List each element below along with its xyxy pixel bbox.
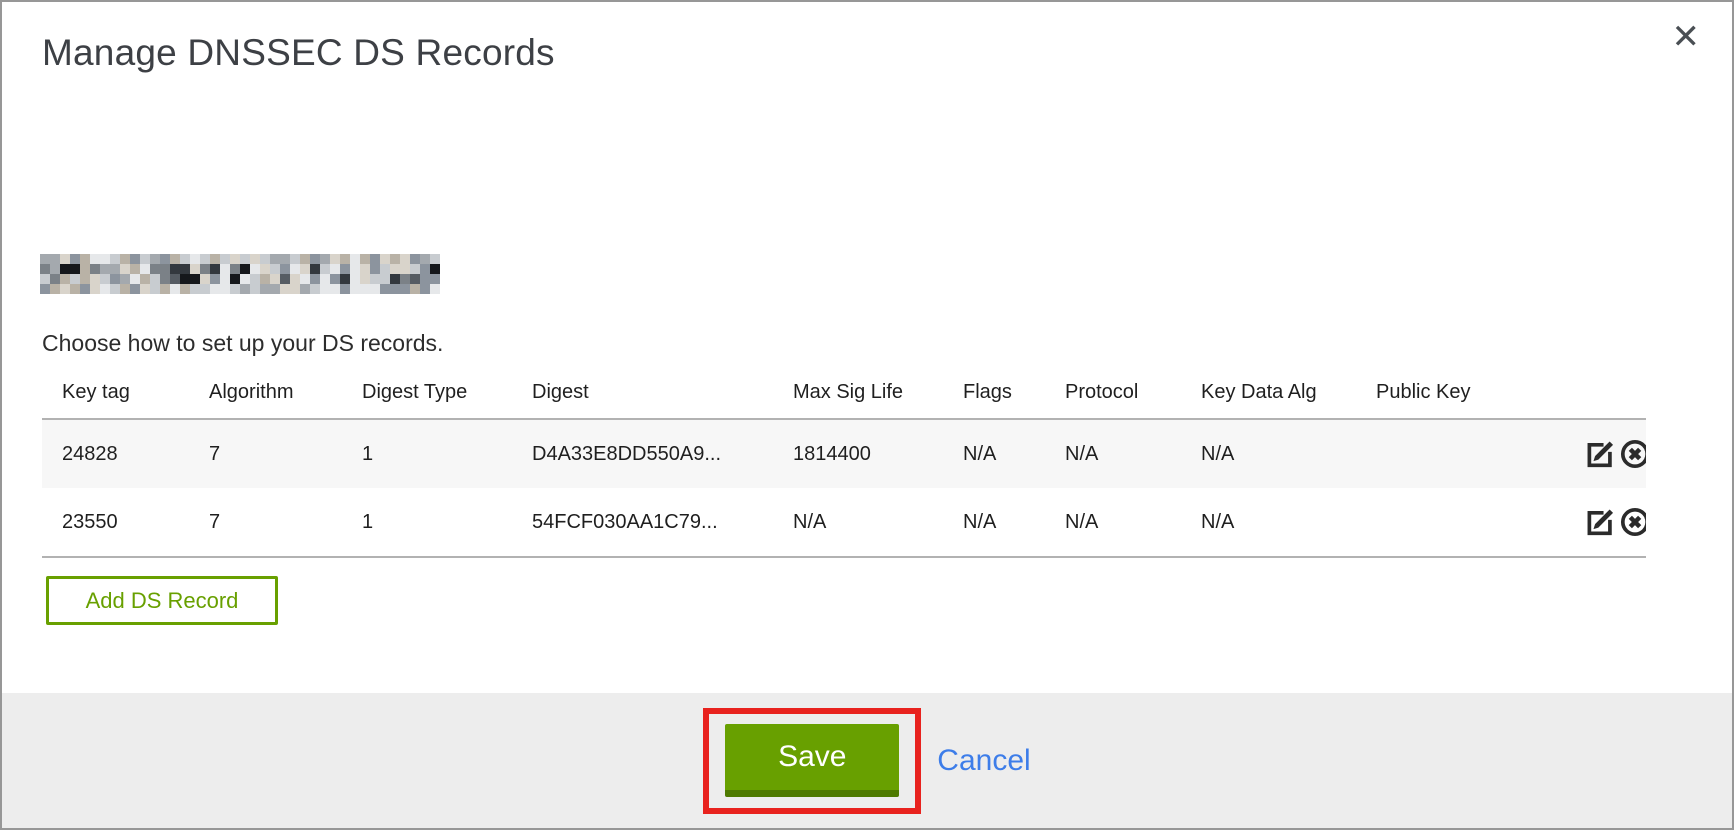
manage-dnssec-ds-records-dialog: Manage DNSSEC DS Records ✕ Choose how to… bbox=[0, 0, 1734, 830]
cell-protocol: N/A bbox=[1045, 488, 1181, 557]
instruction-text: Choose how to set up your DS records. bbox=[42, 330, 443, 357]
table-row: 2482871D4A33E8DD550A9...1814400N/AN/AN/A bbox=[42, 419, 1646, 488]
column-header-key-tag: Key tag bbox=[42, 366, 189, 419]
cell-public-key bbox=[1356, 419, 1562, 488]
cell-protocol: N/A bbox=[1045, 419, 1181, 488]
cell-digest-type: 1 bbox=[342, 419, 512, 488]
cell-flags: N/A bbox=[943, 419, 1045, 488]
save-button[interactable]: Save bbox=[725, 724, 899, 797]
cell-max-sig-life: 1814400 bbox=[773, 419, 943, 488]
column-header-digest: Digest bbox=[512, 366, 773, 419]
column-header-actions bbox=[1562, 366, 1646, 419]
cell-actions bbox=[1562, 419, 1646, 488]
edit-icon[interactable] bbox=[1583, 505, 1617, 539]
cell-max-sig-life: N/A bbox=[773, 488, 943, 557]
cell-key-data-alg: N/A bbox=[1181, 488, 1356, 557]
delete-icon[interactable] bbox=[1618, 437, 1646, 471]
cell-flags: N/A bbox=[943, 488, 1045, 557]
cell-key-tag: 23550 bbox=[42, 488, 189, 557]
edit-icon[interactable] bbox=[1583, 437, 1617, 471]
cell-algorithm: 7 bbox=[189, 488, 342, 557]
table-header-row: Key tagAlgorithmDigest TypeDigestMax Sig… bbox=[42, 366, 1646, 419]
table-row: 235507154FCF030AA1C79...N/AN/AN/AN/A bbox=[42, 488, 1646, 557]
cell-key-data-alg: N/A bbox=[1181, 419, 1356, 488]
add-ds-record-button[interactable]: Add DS Record bbox=[46, 576, 278, 625]
cell-digest-type: 1 bbox=[342, 488, 512, 557]
save-highlight-annotation: Save bbox=[703, 708, 921, 814]
cancel-link[interactable]: Cancel bbox=[937, 744, 1030, 778]
ds-records-table: Key tagAlgorithmDigest TypeDigestMax Sig… bbox=[42, 366, 1646, 558]
column-header-algorithm: Algorithm bbox=[189, 366, 342, 419]
cell-algorithm: 7 bbox=[189, 419, 342, 488]
column-header-key-data-alg: Key Data Alg bbox=[1181, 366, 1356, 419]
page-title: Manage DNSSEC DS Records bbox=[42, 32, 555, 74]
delete-icon[interactable] bbox=[1618, 505, 1646, 539]
cell-digest: 54FCF030AA1C79... bbox=[512, 488, 773, 557]
cell-digest: D4A33E8DD550A9... bbox=[512, 419, 773, 488]
close-icon[interactable]: ✕ bbox=[1672, 20, 1701, 54]
column-header-digest-type: Digest Type bbox=[342, 366, 512, 419]
dialog-footer: Save Cancel bbox=[2, 693, 1732, 828]
redacted-domain-name bbox=[40, 254, 440, 294]
cell-key-tag: 24828 bbox=[42, 419, 189, 488]
column-header-public-key: Public Key bbox=[1356, 366, 1562, 419]
column-header-protocol: Protocol bbox=[1045, 366, 1181, 419]
column-header-max-sig-life: Max Sig Life bbox=[773, 366, 943, 419]
column-header-flags: Flags bbox=[943, 366, 1045, 419]
cell-actions bbox=[1562, 488, 1646, 557]
cell-public-key bbox=[1356, 488, 1562, 557]
